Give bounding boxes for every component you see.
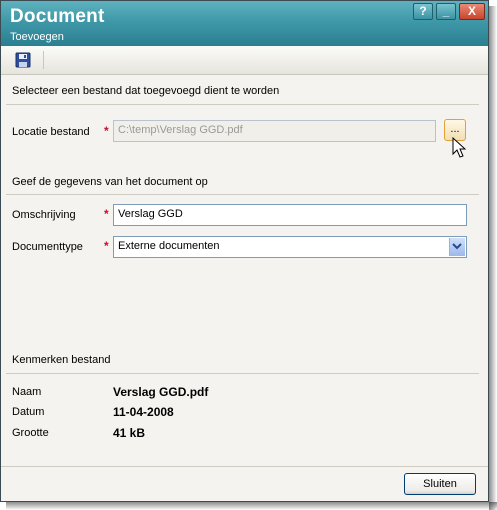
doctype-value: Externe documenten [118,240,220,252]
location-label: Locatie bestand [12,126,90,138]
required-mark: * [104,239,109,253]
chevron-down-icon [452,243,462,250]
file-name-label: Naam [12,386,42,398]
title-bar[interactable]: Document Toevoegen ? _ X [1,1,488,46]
file-date-label: Datum [12,406,45,418]
save-icon[interactable] [15,52,31,68]
doctype-select[interactable]: Externe documenten [113,236,467,258]
help-button[interactable]: ? [413,3,433,20]
required-mark: * [104,207,109,221]
toolbar [1,46,488,75]
file-name-value: Verslag GGD.pdf [113,385,209,399]
section-file-properties: Kenmerken bestand [12,354,111,366]
file-date-value: 11-04-2008 [113,405,174,419]
section-document-details: Geef de gegevens van het document op [12,176,208,188]
window-title: Document [10,6,105,27]
dropdown-button[interactable] [449,238,465,256]
description-field[interactable]: Verslag GGD [113,204,467,226]
divider [6,104,479,105]
minimize-button[interactable]: _ [436,3,456,20]
location-field[interactable]: C:\temp\Verslag GGD.pdf [113,120,436,142]
close-window-button[interactable]: X [459,3,485,20]
divider [6,194,479,195]
description-label: Omschrijving [12,209,76,221]
mouse-cursor-icon [452,137,466,158]
file-size-value: 41 kB [113,426,146,440]
close-button[interactable]: Sluiten [404,473,476,495]
section-select-file: Selecteer een bestand dat toegevoegd die… [12,85,280,97]
doctype-label: Documenttype [12,241,83,253]
divider [6,373,479,374]
toolbar-separator [43,51,44,69]
dialog-footer: Sluiten [1,466,488,501]
file-size-label: Grootte [12,427,49,439]
document-dialog: Document Toevoegen ? _ X Selecteer een b… [0,0,489,502]
required-mark: * [104,124,109,138]
window-subtitle: Toevoegen [10,31,64,43]
